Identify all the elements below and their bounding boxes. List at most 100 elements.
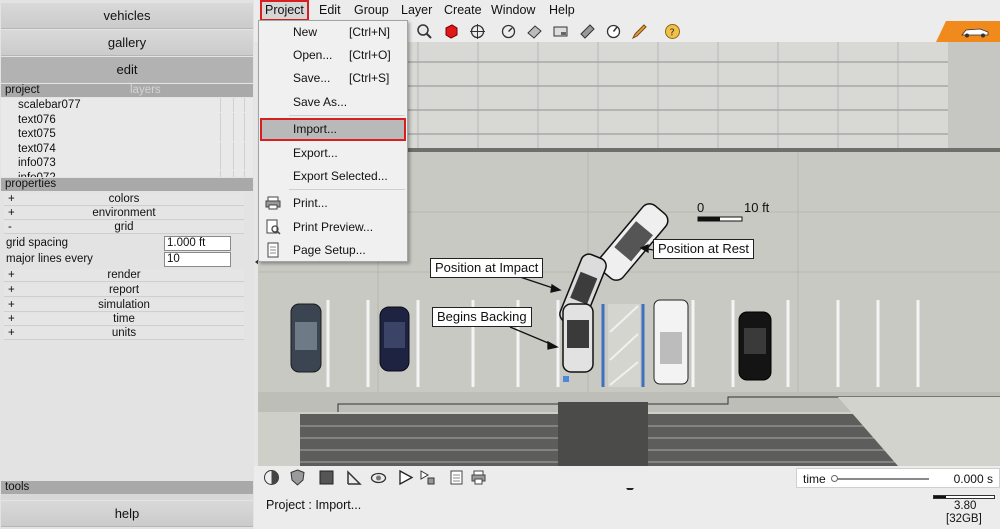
print-icon[interactable] bbox=[470, 469, 487, 486]
list-item-label: text075 bbox=[18, 128, 56, 140]
menu-page-setup[interactable]: Page Setup... bbox=[259, 239, 407, 261]
project-tab[interactable]: project layers bbox=[1, 84, 253, 97]
cube-icon[interactable] bbox=[443, 23, 460, 40]
vehicles-button[interactable]: vehicles bbox=[1, 3, 253, 29]
menu-print-label: Print... bbox=[293, 196, 328, 210]
property-group-label: grid bbox=[114, 221, 134, 233]
angle-icon[interactable] bbox=[346, 469, 363, 486]
project-menu-dropdown: New [Ctrl+N] Open... [Ctrl+O] Save... [Ctrl… bbox=[258, 20, 408, 262]
menu-import[interactable]: Import... bbox=[260, 118, 406, 141]
rotate-icon[interactable] bbox=[500, 23, 517, 40]
major-lines-input[interactable]: 10 bbox=[164, 252, 231, 267]
help-button[interactable]: help bbox=[1, 501, 253, 527]
menu-project[interactable]: Project bbox=[260, 0, 309, 21]
property-group-time[interactable]: + time bbox=[4, 313, 244, 326]
layers-tab[interactable]: layers bbox=[130, 84, 161, 97]
property-group-render[interactable]: + render bbox=[4, 269, 244, 282]
list-item-label: scalebar077 bbox=[18, 99, 81, 111]
status-text: Project : Import... bbox=[266, 498, 362, 512]
property-group-label: simulation bbox=[98, 299, 150, 311]
expand-sign: + bbox=[8, 313, 15, 325]
menu-print[interactable]: Print... bbox=[259, 192, 407, 214]
menu-export[interactable]: Export... bbox=[259, 142, 407, 164]
ruler-icon[interactable] bbox=[579, 23, 596, 40]
expand-sign: + bbox=[8, 193, 15, 205]
menu-print-preview-label: Print Preview... bbox=[293, 220, 374, 234]
property-group-label: colors bbox=[108, 193, 140, 205]
menu-separator bbox=[289, 189, 405, 190]
edit-button[interactable]: edit bbox=[1, 57, 253, 83]
property-group-label: environment bbox=[92, 207, 156, 219]
property-group-environment[interactable]: + environment bbox=[4, 207, 244, 220]
label-position-at-rest[interactable]: Position at Rest bbox=[653, 239, 755, 259]
list-item[interactable]: info073 bbox=[1, 156, 253, 171]
menu-page-setup-label: Page Setup... bbox=[293, 243, 366, 257]
menu-group[interactable]: Group bbox=[349, 0, 394, 21]
menu-export-selected[interactable]: Export Selected... bbox=[259, 165, 407, 187]
expand-sign: + bbox=[8, 284, 15, 296]
move-icon[interactable] bbox=[469, 23, 486, 40]
menu-export-selected-label: Export Selected... bbox=[293, 169, 388, 183]
major-lines-label: major lines every bbox=[6, 253, 93, 265]
frame-icon[interactable] bbox=[552, 23, 569, 40]
list-item[interactable]: text075 bbox=[1, 127, 253, 142]
orbit-icon[interactable] bbox=[370, 469, 387, 486]
menu-new-label: New bbox=[293, 25, 318, 39]
menu-save-as-label: Save As... bbox=[293, 95, 348, 109]
menu-save-as[interactable]: Save As... bbox=[259, 91, 407, 113]
printer-icon bbox=[265, 196, 281, 210]
property-group-grid[interactable]: - grid bbox=[4, 221, 244, 234]
zoom-icon[interactable] bbox=[416, 23, 433, 40]
menu-save[interactable]: Save... [Ctrl+S] bbox=[259, 67, 407, 89]
menu-open-label: Open... bbox=[293, 48, 333, 62]
menu-open[interactable]: Open... [Ctrl+O] bbox=[259, 44, 407, 66]
menu-create[interactable]: Create bbox=[439, 0, 487, 21]
tilt-icon[interactable] bbox=[526, 23, 543, 40]
memory-label: [32GB] bbox=[946, 513, 982, 525]
property-group-label: units bbox=[111, 327, 137, 339]
list-item[interactable]: info072 bbox=[1, 170, 253, 177]
tools-header: tools bbox=[1, 481, 253, 494]
version-label: 3.80 bbox=[954, 500, 977, 512]
gauge-icon[interactable] bbox=[605, 23, 622, 40]
property-group-report[interactable]: + report bbox=[4, 284, 244, 297]
menu-help[interactable]: Help bbox=[544, 0, 580, 21]
property-group-colors[interactable]: + colors bbox=[4, 193, 244, 206]
pencil-icon[interactable] bbox=[631, 23, 648, 40]
menu-window[interactable]: Window bbox=[486, 0, 540, 21]
property-group-units[interactable]: + units bbox=[4, 327, 244, 340]
menu-edit[interactable]: Edit bbox=[314, 0, 346, 21]
list-item[interactable]: scalebar077 bbox=[1, 98, 253, 113]
property-group-label: report bbox=[108, 284, 140, 296]
gallery-button[interactable]: gallery bbox=[1, 30, 253, 56]
notes-icon[interactable] bbox=[448, 469, 465, 486]
memory-bar bbox=[933, 495, 995, 499]
help-icon[interactable]: ? bbox=[664, 23, 681, 40]
menu-new-shortcut: [Ctrl+N] bbox=[349, 25, 391, 39]
square-icon[interactable] bbox=[318, 469, 335, 486]
project-list: scalebar077 text076 text075 text074 info… bbox=[1, 98, 253, 177]
scale-bar-label: 10 ft bbox=[744, 200, 770, 215]
properties-header: properties bbox=[1, 178, 253, 191]
menu-save-shortcut: [Ctrl+S] bbox=[349, 71, 390, 85]
shield-icon[interactable] bbox=[289, 469, 306, 486]
play-icon[interactable] bbox=[397, 469, 414, 486]
grid-spacing-label: grid spacing bbox=[6, 237, 69, 249]
list-item[interactable]: text076 bbox=[1, 112, 253, 128]
tools-strip bbox=[1, 494, 253, 500]
grid-spacing-input[interactable]: 1.000 ft bbox=[164, 236, 231, 251]
menu-layer[interactable]: Layer bbox=[396, 0, 437, 21]
label-begins-backing[interactable]: Begins Backing bbox=[432, 307, 532, 327]
time-slider-handle[interactable] bbox=[831, 475, 838, 482]
menu-print-preview[interactable]: Print Preview... bbox=[259, 216, 407, 238]
sphere-icon[interactable] bbox=[263, 469, 280, 486]
menu-bar: Project Edit Group Layer Create Window H… bbox=[254, 0, 1000, 21]
property-group-simulation[interactable]: + simulation bbox=[4, 299, 244, 312]
label-position-at-impact[interactable]: Position at Impact bbox=[430, 258, 544, 278]
list-item[interactable]: text074 bbox=[1, 141, 253, 157]
step-icon[interactable] bbox=[419, 469, 436, 486]
time-slider-track[interactable] bbox=[833, 478, 929, 480]
scale-bar-zero: 0 bbox=[697, 200, 705, 215]
menu-new[interactable]: New [Ctrl+N] bbox=[259, 21, 407, 43]
menu-separator bbox=[289, 115, 405, 116]
